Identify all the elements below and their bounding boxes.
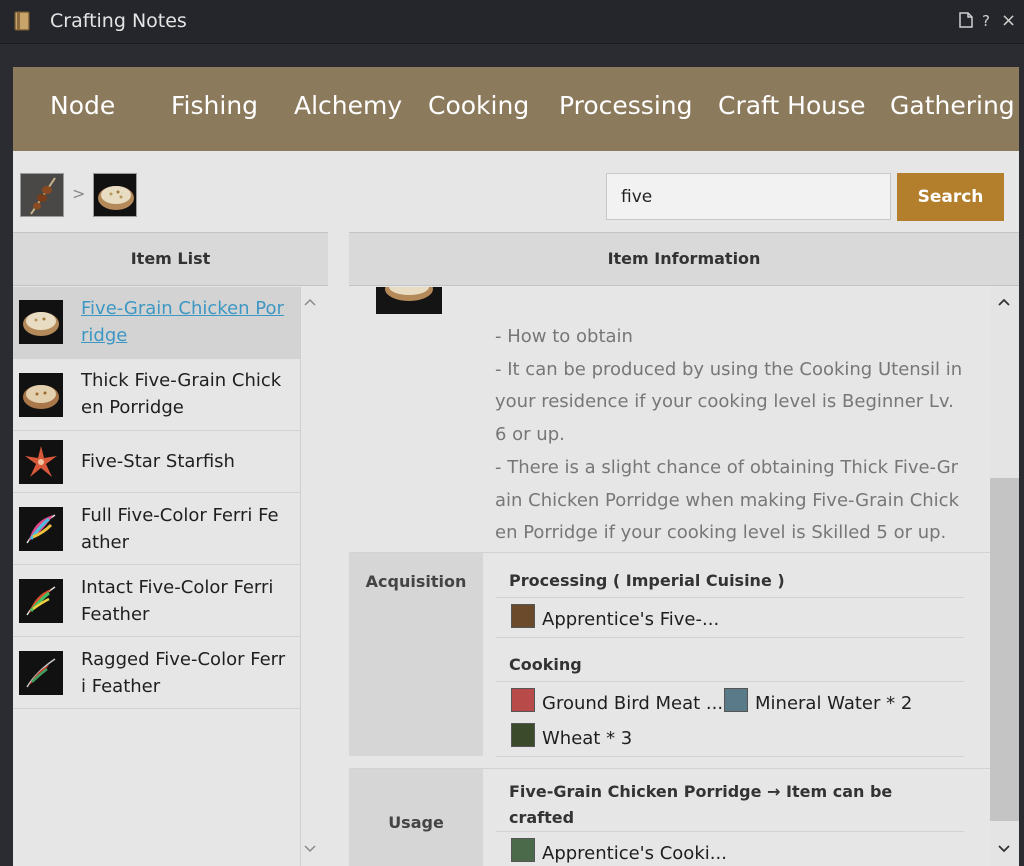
material-label: Mineral Water * 2 bbox=[755, 693, 913, 714]
material-label: Wheat * 3 bbox=[542, 728, 633, 749]
tab-processing[interactable]: Processing bbox=[559, 91, 693, 120]
acquisition-label: Acquisition bbox=[349, 553, 483, 756]
info-scrollbar-thumb[interactable] bbox=[990, 478, 1019, 821]
tab-craft-house[interactable]: Craft House bbox=[718, 91, 866, 120]
divider bbox=[496, 681, 964, 682]
usage-section: Usage Five-Grain Chicken Porridge → Item… bbox=[349, 768, 990, 866]
list-item-label: Intact Five-Color Ferri Feather bbox=[81, 577, 274, 625]
search-input[interactable] bbox=[606, 173, 891, 220]
list-item-label: Thick Five-Grain Chicken Porridge bbox=[81, 370, 282, 418]
usage-title: Five-Grain Chicken Porridge → Item can b… bbox=[509, 782, 893, 827]
utensil-icon bbox=[511, 838, 535, 862]
list-item-label[interactable]: Five-Grain Chicken Porridge bbox=[81, 295, 286, 349]
list-item[interactable]: Five-Star Starfish bbox=[13, 431, 300, 493]
help-button[interactable]: ? bbox=[982, 12, 990, 30]
porridge-icon bbox=[94, 174, 136, 216]
starfish-icon bbox=[19, 440, 63, 484]
cooking-title: Cooking bbox=[509, 655, 582, 674]
close-button[interactable]: × bbox=[1001, 10, 1016, 31]
material-item[interactable]: Ground Bird Meat ... bbox=[511, 688, 723, 714]
tab-gathering[interactable]: Gathering bbox=[890, 91, 1015, 120]
list-divider bbox=[300, 287, 301, 866]
description-line: - How to obtain bbox=[495, 326, 633, 347]
list-item-label: Full Five-Color Ferri Feather bbox=[81, 505, 279, 553]
recipe-item-label: Apprentice's Five-... bbox=[542, 609, 720, 630]
divider bbox=[496, 637, 964, 638]
material-item[interactable]: Wheat * 3 bbox=[511, 723, 632, 749]
divider bbox=[496, 597, 964, 598]
divider bbox=[496, 756, 964, 757]
list-item[interactable]: Intact Five-Color Ferri Feather bbox=[13, 565, 300, 637]
water-icon bbox=[724, 688, 748, 712]
window-gap bbox=[0, 45, 1024, 67]
window-title: Crafting Notes bbox=[50, 10, 187, 32]
breadcrumb-root-button[interactable] bbox=[20, 173, 64, 217]
list-item[interactable]: Ragged Five-Color Ferri Feather bbox=[13, 637, 300, 709]
tab-fishing[interactable]: Fishing bbox=[171, 91, 258, 120]
tab-cooking[interactable]: Cooking bbox=[428, 91, 529, 120]
processing-title: Processing ( Imperial Cuisine ) bbox=[509, 571, 785, 590]
list-item[interactable]: Thick Five-Grain Chicken Porridge bbox=[13, 359, 300, 431]
description-line: - It can be produced by using the Cookin… bbox=[495, 358, 963, 446]
chevron-down-icon[interactable] bbox=[998, 845, 1010, 853]
list-item-label: Five-Star Starfish bbox=[81, 451, 235, 472]
item-info-header: Item Information bbox=[349, 232, 1019, 286]
breadcrumb-current-button[interactable] bbox=[93, 173, 137, 217]
category-tab-bar: Node Fishing Alchemy Cooking Processing … bbox=[13, 67, 1019, 151]
material-item[interactable]: Mineral Water * 2 bbox=[724, 688, 912, 714]
feather-icon bbox=[19, 579, 63, 623]
usage-item[interactable]: Apprentice's Cooki... bbox=[511, 838, 727, 864]
recipe-item[interactable]: Apprentice's Five-... bbox=[511, 604, 719, 630]
title-bar: Crafting Notes ? × bbox=[0, 0, 1024, 44]
porridge-icon bbox=[19, 300, 63, 344]
page-icon[interactable] bbox=[959, 12, 973, 28]
material-label: Ground Bird Meat ... bbox=[542, 693, 724, 714]
chevron-down-icon[interactable] bbox=[304, 845, 316, 853]
chevron-up-icon[interactable] bbox=[304, 298, 316, 306]
wheat-icon bbox=[511, 723, 535, 747]
tab-node[interactable]: Node bbox=[50, 91, 115, 120]
dish-icon bbox=[511, 604, 535, 628]
breadcrumb-separator: > bbox=[72, 184, 86, 203]
item-description: - How to obtain - It can be produced by … bbox=[495, 321, 965, 550]
acquisition-section: Acquisition Processing ( Imperial Cuisin… bbox=[349, 552, 990, 757]
item-list-header: Item List bbox=[13, 232, 328, 286]
divider bbox=[496, 831, 964, 832]
list-item[interactable]: Full Five-Color Ferri Feather bbox=[13, 493, 300, 565]
list-item-label: Ragged Five-Color Ferri Feather bbox=[81, 649, 286, 697]
search-button[interactable]: Search bbox=[897, 173, 1004, 221]
skewer-icon bbox=[21, 174, 63, 216]
porridge-icon bbox=[376, 287, 442, 314]
chevron-up-icon[interactable] bbox=[998, 298, 1010, 306]
porridge-icon bbox=[19, 373, 63, 417]
item-image bbox=[376, 287, 442, 314]
feather-icon bbox=[19, 507, 63, 551]
feather-icon bbox=[19, 651, 63, 695]
book-icon bbox=[14, 11, 30, 31]
meat-icon bbox=[511, 688, 535, 712]
list-item[interactable]: Five-Grain Chicken Porridge bbox=[13, 287, 300, 359]
usage-label: Usage bbox=[349, 769, 483, 866]
description-line: - There is a slight chance of obtaining … bbox=[495, 456, 959, 544]
tab-alchemy[interactable]: Alchemy bbox=[294, 91, 402, 120]
usage-item-label: Apprentice's Cooki... bbox=[542, 843, 727, 864]
item-list: Five-Grain Chicken Porridge Thick Five-G… bbox=[13, 287, 300, 866]
